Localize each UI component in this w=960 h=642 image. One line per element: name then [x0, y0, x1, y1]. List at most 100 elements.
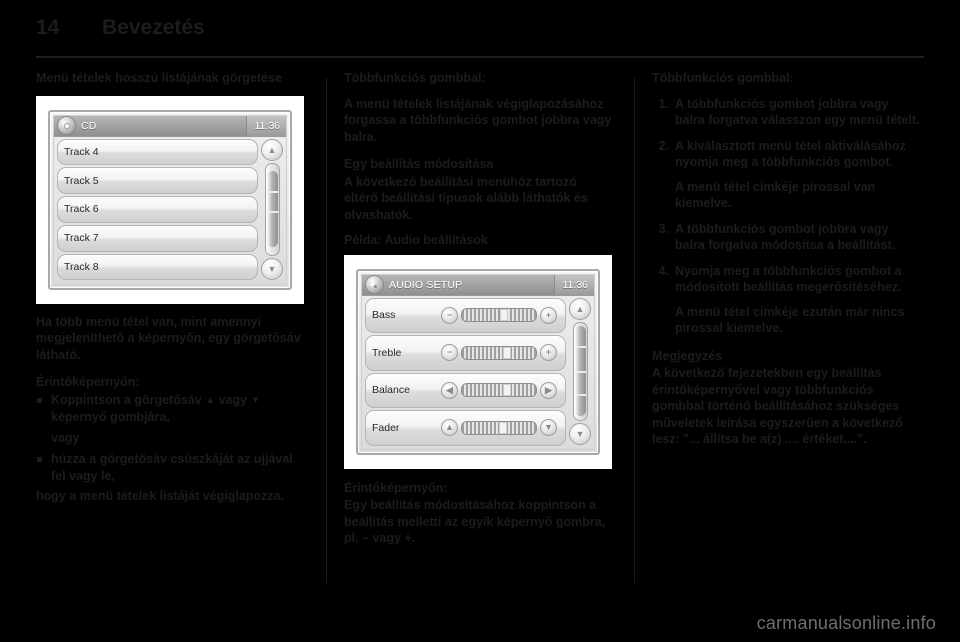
step-number: 4. — [658, 263, 669, 278]
infotainment-screen-2: AUDIO SETUP 11:36 Bass − + Treble − + Ba… — [361, 273, 595, 450]
content-columns: Menü tételek hosszú listájának görgetése… — [36, 70, 936, 590]
scroll-track[interactable] — [264, 162, 280, 256]
level-bar[interactable] — [461, 420, 537, 435]
list-item[interactable]: Track 7 — [57, 224, 258, 252]
track-label: Track 4 — [64, 145, 99, 158]
chevron-down-icon: ▼ — [250, 394, 261, 406]
list-item: 4. Nyomja meg a többfunkciós gombot a mó… — [652, 263, 920, 337]
watermark: carmanualsonline.info — [756, 613, 936, 633]
chevron-down-icon[interactable]: ▼ — [540, 419, 557, 437]
cd-disc-icon — [57, 116, 76, 135]
setting-controls: − + — [430, 306, 559, 324]
chevron-up-icon[interactable]: ▲ — [569, 297, 591, 320]
track-label: Track 5 — [64, 174, 99, 187]
column2-subheading-2: Érintőképernyőn: — [344, 480, 448, 495]
audio-settings-list: Bass − + Treble − + Balance ◀ ▶ Fader ▲ … — [365, 297, 566, 446]
audio-clock: 11:36 — [553, 274, 594, 295]
audio-titlebar: AUDIO SETUP 11:36 — [362, 274, 594, 296]
step-text: A többfunkciós gombot jobbra vagy balra … — [675, 96, 920, 128]
chevron-up-icon[interactable]: ▲ — [441, 419, 458, 437]
infotainment-device-2: AUDIO SETUP 11:36 Bass − + Treble − + Ba… — [356, 268, 600, 455]
column3-heading: Többfunkciós gombbal: — [652, 71, 794, 85]
audio-setup-screen-figure: AUDIO SETUP 11:36 Bass − + Treble − + Ba… — [344, 254, 612, 469]
track-label: Track 8 — [64, 261, 99, 274]
chevron-right-icon[interactable]: ▶ — [540, 381, 557, 399]
manual-page: 14 Bevezetés Menü tételek hosszú listájá… — [0, 0, 960, 642]
level-bar[interactable] — [461, 345, 537, 360]
minus-icon[interactable]: − — [441, 306, 458, 324]
header-divider — [36, 56, 924, 58]
column1-paragraph-2: hogy a menü tételek listáját végiglapozz… — [36, 489, 284, 503]
step-number: 1. — [658, 96, 669, 111]
track-label: Track 6 — [64, 203, 99, 216]
setting-label: Bass — [372, 309, 396, 322]
plus-icon[interactable]: + — [540, 306, 557, 324]
bullet1-mid: vagy — [215, 392, 251, 407]
column2-paragraph-2: A következő beállítási menühöz tartozó e… — [344, 174, 588, 222]
track-label: Track 7 — [64, 232, 99, 245]
list-item[interactable]: Bass − + — [365, 297, 566, 333]
scroll-thumb[interactable] — [266, 170, 278, 248]
bullet1-post: képernyő gombjára, — [51, 410, 170, 424]
list-item[interactable]: Track 4 — [57, 138, 258, 166]
page-header: 14 Bevezetés — [36, 16, 924, 50]
audio-screen-body: Bass − + Treble − + Balance ◀ ▶ Fader ▲ … — [362, 295, 594, 449]
cd-scrollbar[interactable]: ▲ ▼ — [261, 138, 283, 281]
bullet1-pre: Koppintson a görgetősáv — [51, 392, 206, 407]
column-divider-1 — [326, 78, 327, 583]
setting-label: Treble — [372, 346, 402, 359]
step-text: A kiválasztott menü tétel aktiválásához … — [675, 138, 906, 170]
bullet-square-icon — [37, 397, 42, 403]
infotainment-device-1: CD 11:36 Track 4 Track 5 Track 6 Track 7… — [48, 109, 292, 290]
step-text: Nyomja meg a többfunkciós gombot a módos… — [675, 263, 902, 295]
level-bar[interactable] — [461, 308, 537, 323]
step-number: 2. — [658, 138, 669, 153]
audio-note-icon — [365, 275, 384, 294]
page-number: 14 — [36, 16, 60, 39]
audio-scrollbar[interactable]: ▲ ▼ — [569, 297, 591, 446]
list-item[interactable]: Track 6 — [57, 196, 258, 223]
column2-paragraph-3: Egy beállítás módosításához koppintson a… — [344, 498, 606, 545]
note-text: A következő fejezetekben egy beállítás é… — [652, 366, 903, 446]
setting-controls: − + — [430, 344, 559, 362]
setting-label: Fader — [372, 421, 400, 434]
scroll-thumb[interactable] — [574, 326, 586, 416]
chevron-left-icon[interactable]: ◀ — [441, 381, 458, 399]
column2-heading: Többfunkciós gombbal: — [344, 71, 486, 85]
level-bar[interactable] — [461, 383, 537, 398]
column2-subheading-1: Egy beállítás módosítása — [344, 157, 494, 171]
list-item[interactable]: Track 8 — [57, 253, 258, 281]
cd-clock: 11:36 — [245, 115, 286, 136]
chevron-up-icon[interactable]: ▲ — [261, 138, 283, 161]
chevron-up-icon: ▲ — [205, 394, 216, 406]
setting-controls: ▲ ▼ — [430, 419, 559, 437]
bullet2-text: húzza a görgetősáv csúszkáját az ujjával… — [51, 452, 293, 483]
column1-or-word: vagy — [51, 430, 80, 445]
list-item: húzza a görgetősáv csúszkáját az ujjával… — [36, 451, 304, 484]
step-subtext: A menü tétel címkéje pirossal van kiemel… — [675, 179, 876, 211]
bullet-square-icon — [37, 457, 42, 462]
cd-titlebar: CD 11:36 — [54, 115, 286, 137]
audio-title-text: AUDIO SETUP — [389, 278, 463, 291]
minus-icon[interactable]: − — [441, 344, 458, 362]
setting-label: Balance — [372, 384, 410, 397]
cd-screen-figure: CD 11:36 Track 4 Track 5 Track 6 Track 7… — [36, 95, 304, 304]
column1-bullet-list: Koppintson a görgetősáv ▲ vagy ▼ képerny… — [36, 392, 304, 426]
infotainment-screen-1: CD 11:36 Track 4 Track 5 Track 6 Track 7… — [53, 114, 287, 285]
list-item[interactable]: Track 5 — [57, 167, 258, 195]
column3-step-list: 1. A többfunkciós gombot jobbra vagy bal… — [652, 96, 920, 337]
plus-icon[interactable]: + — [540, 344, 557, 362]
column2-example-label: Példa: Audio beállítások — [344, 233, 489, 247]
setting-controls: ◀ ▶ — [430, 381, 559, 399]
scroll-track[interactable] — [572, 321, 588, 421]
chevron-down-icon[interactable]: ▼ — [569, 422, 591, 445]
column-divider-2 — [634, 78, 635, 583]
chevron-down-icon[interactable]: ▼ — [261, 257, 283, 280]
column1-subheading: Érintőképernyőn: — [36, 375, 140, 389]
column2-paragraph-1: A menü tételek listájának végiglapozásáh… — [344, 96, 612, 144]
column-3: Többfunkciós gombbal: 1. A többfunkciós … — [652, 70, 920, 457]
list-item[interactable]: Fader ▲ ▼ — [365, 410, 566, 446]
list-item[interactable]: Treble − + — [365, 335, 566, 371]
list-item[interactable]: Balance ◀ ▶ — [365, 372, 566, 408]
step-number: 3. — [658, 221, 669, 236]
